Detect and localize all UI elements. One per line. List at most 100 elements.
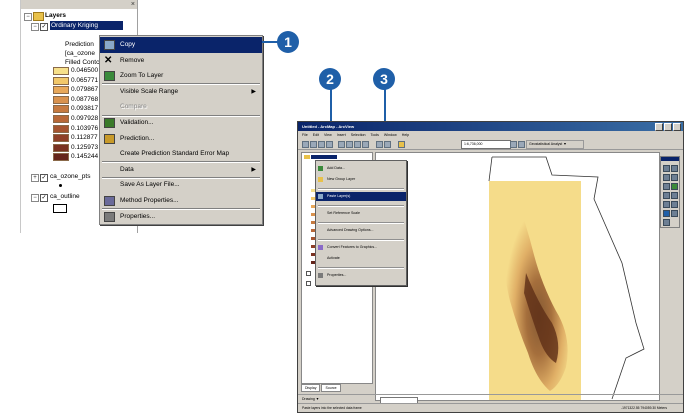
menu-item-copy[interactable]: Copy	[100, 37, 262, 53]
layer-ca-outline[interactable]: ca_outline	[50, 192, 80, 201]
menu-window[interactable]: Window	[384, 133, 397, 137]
menu-item-advanced-drawing-options[interactable]: Advanced Drawing Options...	[316, 226, 406, 235]
menu-insert[interactable]: Insert	[337, 133, 346, 137]
menu-selection[interactable]: Selection	[351, 133, 366, 137]
menu-file[interactable]: File	[302, 133, 308, 137]
menu-item-add-data[interactable]: Add Data...	[316, 164, 406, 173]
layers-folder-icon	[33, 12, 44, 21]
cut-icon[interactable]	[338, 141, 345, 148]
geostatistical-analyst-menu[interactable]: Geostatistical Analyst ▼	[526, 140, 584, 149]
editor-icon[interactable]	[510, 141, 517, 148]
class-break-label: 0.065771 -	[71, 76, 103, 84]
menu-item-prediction[interactable]: Prediction...	[100, 131, 262, 147]
menu-item-create-prediction-standard-error-map[interactable]: Create Prediction Standard Error Map	[100, 146, 262, 162]
menu-item-method-properties[interactable]: Method Properties...	[100, 193, 262, 209]
open-icon[interactable]	[310, 141, 317, 148]
minimize-icon[interactable]	[655, 123, 663, 131]
map-display[interactable]	[375, 152, 660, 401]
class-break-label: 0.103976 -	[71, 124, 103, 132]
menu-help[interactable]: Help	[402, 133, 409, 137]
menu-view[interactable]: View	[324, 133, 332, 137]
class-color-swatch[interactable]	[53, 67, 69, 75]
layers-root-label[interactable]: Layers	[45, 11, 66, 20]
class-break-label: 0.112877 -	[71, 134, 102, 142]
menu-item-label: Visible Scale Range	[120, 87, 179, 95]
layer-visibility-checkbox[interactable]	[306, 271, 311, 276]
layer-ca-ozone-pts[interactable]: ca_ozone_pts	[50, 172, 90, 181]
class-color-swatch[interactable]	[53, 95, 69, 104]
add-data-icon[interactable]	[398, 141, 405, 148]
forward-icon[interactable]	[671, 192, 678, 199]
class-color-swatch[interactable]	[53, 76, 69, 85]
full-extent-icon[interactable]	[671, 183, 678, 190]
class-color-swatch[interactable]	[53, 143, 69, 152]
class-color-swatch[interactable]	[53, 153, 69, 162]
redo-icon[interactable]	[384, 141, 391, 148]
arctoolbox-icon[interactable]	[518, 141, 525, 148]
close-icon[interactable]	[673, 123, 681, 131]
menu-tools[interactable]: Tools	[371, 133, 379, 137]
window-title: Untitled - ArcMap - ArcView	[298, 122, 683, 131]
class-color-swatch[interactable]	[53, 105, 69, 114]
class-color-swatch[interactable]	[53, 86, 69, 95]
back-icon[interactable]	[663, 192, 670, 199]
menu-item-convert-features-to-graphics[interactable]: Convert Features to Graphics...	[316, 243, 406, 252]
menu-item-compare[interactable]: Compare	[100, 99, 262, 115]
paste-icon[interactable]	[354, 141, 361, 148]
data-frame-selected[interactable]	[311, 155, 337, 159]
menu-item-set-reference-scale[interactable]: Set Reference Scale	[316, 209, 406, 218]
save-icon[interactable]	[318, 141, 325, 148]
menu-item-new-group-layer[interactable]: New Group Layer	[316, 175, 406, 184]
menu-item-save-as-layer-file[interactable]: Save As Layer File...	[100, 177, 262, 193]
layer-visibility-checkbox[interactable]	[306, 281, 311, 286]
tab-source[interactable]: Source	[321, 384, 341, 392]
collapse-icon[interactable]: −	[24, 13, 32, 21]
select-elements-icon[interactable]	[671, 201, 678, 208]
delete-icon[interactable]	[362, 141, 369, 148]
menu-item-paste-layer-s[interactable]: Paste Layer(s)	[316, 192, 406, 201]
zoom-in-icon[interactable]	[663, 165, 670, 172]
close-icon[interactable]: ×	[131, 0, 135, 9]
menu-item-remove[interactable]: ✕ Remove	[100, 53, 262, 69]
layer-visibility-checkbox[interactable]: ✓	[40, 174, 48, 182]
print-icon[interactable]	[326, 141, 333, 148]
new-icon[interactable]	[302, 141, 309, 148]
expand-icon[interactable]: +	[31, 174, 39, 182]
menu-item-activate[interactable]: Activate	[316, 254, 406, 263]
layer-ordinary-kriging[interactable]: Ordinary Kriging	[50, 21, 123, 30]
menu-item-visible-scale-range[interactable]: Visible Scale Range ▶	[100, 84, 262, 100]
class-break-label: 0.093817 -	[71, 105, 103, 113]
fixed-zoom-in-icon[interactable]	[663, 174, 670, 181]
find-icon[interactable]	[671, 210, 678, 217]
menu-item-data[interactable]: Data ▶	[100, 162, 262, 178]
menu-item-properties[interactable]: Properties...	[316, 271, 406, 280]
menu-edit[interactable]: Edit	[313, 133, 319, 137]
prediction-icon	[104, 133, 115, 144]
class-color-swatch[interactable]	[53, 134, 69, 143]
measure-icon[interactable]	[663, 219, 670, 226]
pan-icon[interactable]	[663, 183, 670, 190]
tab-display[interactable]: Display	[301, 384, 321, 392]
drawing-menu[interactable]: Drawing ▼	[302, 397, 319, 401]
select-features-icon[interactable]	[663, 201, 670, 208]
class-color-swatch[interactable]	[53, 124, 69, 133]
identify-icon[interactable]	[663, 210, 670, 217]
maximize-icon[interactable]	[664, 123, 672, 131]
layer-visibility-checkbox[interactable]: ✓	[40, 194, 48, 202]
menu-item-label: Set Reference Scale	[327, 211, 360, 215]
toc-tabs: Display Source	[301, 384, 342, 392]
method-properties-icon	[104, 196, 115, 206]
callout-leader	[262, 41, 278, 43]
map-scale-box[interactable]: 1:6,736,000	[461, 140, 511, 149]
menu-item-validation[interactable]: Validation...	[100, 115, 262, 131]
fixed-zoom-out-icon[interactable]	[671, 174, 678, 181]
zoom-out-icon[interactable]	[671, 165, 678, 172]
collapse-icon[interactable]: −	[31, 23, 39, 31]
menu-item-zoom-to-layer[interactable]: Zoom To Layer	[100, 68, 262, 84]
layer-visibility-checkbox[interactable]: ✓	[40, 23, 48, 31]
undo-icon[interactable]	[376, 141, 383, 148]
collapse-icon[interactable]: −	[31, 194, 39, 202]
copy-icon[interactable]	[346, 141, 353, 148]
class-color-swatch[interactable]	[53, 115, 69, 123]
menu-item-properties[interactable]: Properties...	[100, 209, 262, 225]
